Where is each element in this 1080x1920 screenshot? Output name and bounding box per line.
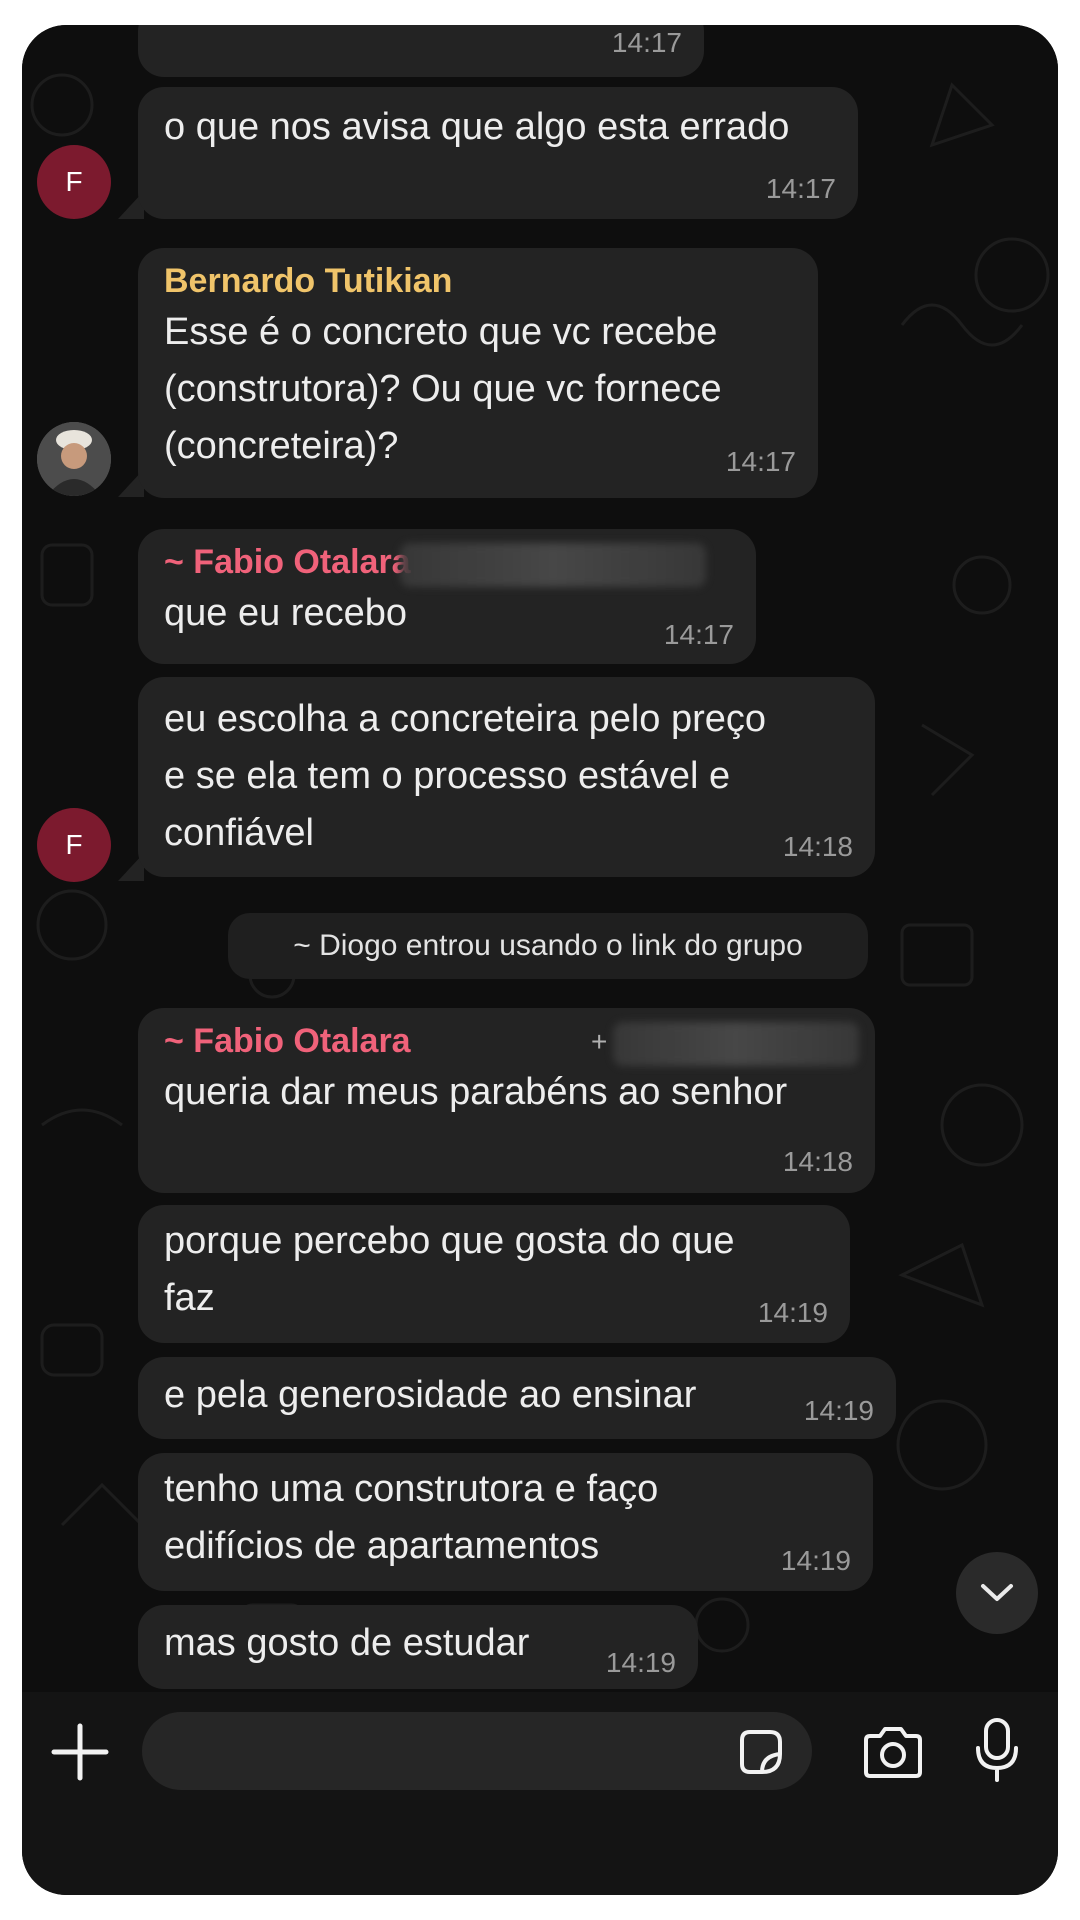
- system-notice: ~ Diogo entrou usando o link do grupo: [228, 913, 868, 979]
- message-time: 14:17: [611, 27, 682, 58]
- redacted-phone-number: [400, 543, 706, 587]
- message-time: 14:19: [803, 1395, 874, 1426]
- avatar[interactable]: F: [37, 808, 111, 882]
- message-text: queria dar meus parabéns ao senhor: [164, 1071, 788, 1113]
- chevron-down-icon: [981, 1584, 1013, 1601]
- message-time: 14:19: [605, 1647, 676, 1678]
- message-time: 14:18: [782, 831, 853, 862]
- message-text-line: porque percebo que gosta do que: [164, 1220, 735, 1262]
- message-text: o que nos avisa que algo esta errado: [164, 106, 790, 148]
- phone-plus-sign: +: [591, 1026, 608, 1057]
- scroll-to-bottom-button[interactable]: [956, 1552, 1038, 1634]
- message-time: 14:17: [663, 619, 734, 650]
- sender-name: Bernardo Tutikian: [164, 262, 453, 300]
- message-bubble[interactable]: o que nos avisa que algo esta errado 14:…: [138, 87, 858, 219]
- message-bubble[interactable]: ~ Fabio Otalara + queria dar meus parabé…: [138, 1008, 875, 1193]
- message-text: e pela generosidade ao ensinar: [164, 1374, 697, 1416]
- message-text-line: e se ela tem o processo estável e: [164, 755, 731, 797]
- message-text-line: (concreteira)?: [164, 425, 399, 467]
- message-bubble[interactable]: 14:17: [138, 25, 704, 77]
- message-text-line: Esse é o concreto que vc recebe: [164, 311, 718, 353]
- avatar[interactable]: F: [37, 145, 111, 219]
- redacted-phone-number: [613, 1022, 859, 1066]
- chat-area[interactable]: 14:17 F o que nos avisa que algo esta er…: [22, 25, 1058, 1692]
- message-text: que eu recebo: [164, 592, 407, 634]
- message-bubble[interactable]: Bernardo Tutikian Esse é o concreto que …: [138, 248, 818, 498]
- message-bubble[interactable]: porque percebo que gosta do que faz 14:1…: [138, 1205, 850, 1343]
- message-composer: [22, 1692, 1058, 1895]
- message-text-line: edifícios de apartamentos: [164, 1525, 600, 1567]
- microphone-icon[interactable]: [974, 1716, 1020, 1786]
- message-input[interactable]: [142, 1712, 812, 1790]
- avatar-photo[interactable]: [37, 422, 111, 496]
- message-time: 14:17: [725, 446, 796, 477]
- person-photo-icon: [37, 422, 111, 496]
- sender-name: ~ Fabio Otalara: [164, 1022, 411, 1060]
- message-text: mas gosto de estudar: [164, 1622, 530, 1664]
- message-text-line: tenho uma construtora e faço: [164, 1468, 659, 1510]
- sticker-icon[interactable]: [734, 1726, 786, 1778]
- phone-screen: 14:17 F o que nos avisa que algo esta er…: [22, 25, 1058, 1895]
- message-bubble[interactable]: eu escolha a concreteira pelo preço e se…: [138, 677, 875, 877]
- message-text-line: eu escolha a concreteira pelo preço: [164, 698, 767, 740]
- plus-icon[interactable]: [50, 1722, 110, 1782]
- camera-icon[interactable]: [860, 1722, 926, 1782]
- message-text-line: confiável: [164, 812, 314, 854]
- message-text-line: faz: [164, 1277, 215, 1319]
- message-bubble[interactable]: mas gosto de estudar 14:19: [138, 1605, 698, 1689]
- message-bubble[interactable]: tenho uma construtora e faço edifícios d…: [138, 1453, 873, 1591]
- message-time: 14:19: [757, 1297, 828, 1328]
- message-time: 14:19: [780, 1545, 851, 1576]
- message-text-line: (construtora)? Ou que vc fornece: [164, 368, 722, 410]
- message-bubble[interactable]: e pela generosidade ao ensinar 14:19: [138, 1357, 896, 1439]
- sender-name: ~ Fabio Otalara: [164, 543, 411, 581]
- message-time: 14:18: [782, 1146, 853, 1177]
- message-bubble[interactable]: ~ Fabio Otalara que eu recebo 14:17: [138, 529, 756, 664]
- message-time: 14:17: [765, 173, 836, 204]
